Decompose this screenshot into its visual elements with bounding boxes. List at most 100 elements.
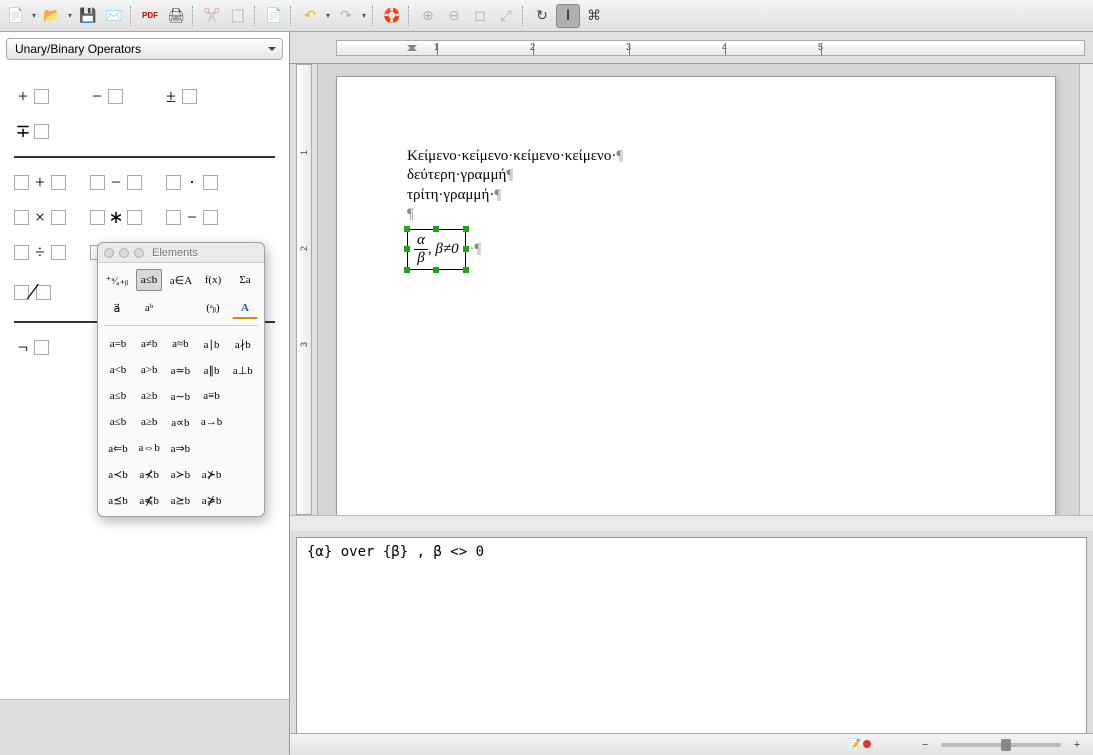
modified-indicator[interactable]: 📝 <box>847 738 871 751</box>
op-fraction[interactable]: / <box>14 277 64 307</box>
zoom-out-button[interactable]: − <box>917 739 933 751</box>
op-subtraction[interactable]: − <box>90 172 142 193</box>
export-pdf-button[interactable]: PDF <box>138 4 162 28</box>
zoom-slider[interactable] <box>941 743 1061 747</box>
relation-a∝b[interactable]: a∝b <box>166 412 194 432</box>
resize-handle[interactable] <box>404 246 410 252</box>
formula-code-editor[interactable]: {α} over {β} , β <> 0 <box>296 537 1087 737</box>
relation-a≠b[interactable]: a≠b <box>135 334 163 354</box>
help-button[interactable]: 🛟 <box>380 4 404 28</box>
relation-a∼b[interactable]: a∼b <box>166 386 194 406</box>
redo-dropdown[interactable]: ▾ <box>360 11 368 20</box>
paste-button[interactable]: 📄 <box>262 4 286 28</box>
relation-a⊀b[interactable]: a⊀b <box>135 464 163 484</box>
relation-a≡b[interactable]: a≡b <box>198 386 226 406</box>
relation-a≻b[interactable]: a≻b <box>166 464 194 484</box>
cat-set[interactable]: a∈A <box>168 269 194 291</box>
relation-a<b[interactable]: a<b <box>104 360 132 380</box>
op-addition[interactable]: + <box>14 172 66 193</box>
relation-a=b[interactable]: a=b <box>104 334 132 354</box>
sidebar-drag-area[interactable] <box>0 699 289 755</box>
formula-cursor-button[interactable]: 𝐈 <box>556 4 580 28</box>
close-icon[interactable] <box>104 248 114 258</box>
zoom-100-button: ◻ <box>468 4 492 28</box>
horizontal-ruler[interactable]: 12345 <box>290 32 1093 64</box>
vruler-label: 1 <box>299 150 309 155</box>
page-viewport[interactable]: Κείμενο·κείμενο·κείμενο·κείμενο·¶ δεύτερ… <box>318 64 1079 515</box>
relation-a→b[interactable]: a→b <box>198 412 226 432</box>
resize-handle[interactable] <box>463 267 469 273</box>
cat-brackets[interactable]: aᵇ <box>136 297 162 319</box>
relation-a⇒b[interactable]: a⇒b <box>166 438 194 458</box>
new-doc-button[interactable]: 📄 <box>4 4 28 28</box>
cat-others[interactable]: A <box>232 297 258 319</box>
op-minus-plus[interactable]: ∓ <box>14 121 64 142</box>
cat-functions[interactable]: f(x) <box>200 269 226 291</box>
relation-a≃b[interactable]: a≃b <box>166 360 194 380</box>
minimize-icon[interactable] <box>119 248 129 258</box>
relation-blank <box>198 438 226 458</box>
resize-handle[interactable] <box>463 226 469 232</box>
cat-unary[interactable]: ⁺ᵃ⁄ₐ₊ᵦ <box>104 269 130 291</box>
print-button[interactable]: 🖨 <box>164 4 188 28</box>
zoom-in-button[interactable]: + <box>1069 739 1085 751</box>
op-boolean-not[interactable]: ¬ <box>14 337 64 358</box>
cat-attributes[interactable]: a⃗ <box>104 297 130 319</box>
relation-a⊥b[interactable]: a⊥b <box>229 360 257 380</box>
relation-a≺b[interactable]: a≺b <box>104 464 132 484</box>
symbols-button[interactable]: ⌘ <box>582 4 606 28</box>
resize-handle[interactable] <box>404 226 410 232</box>
open-button[interactable]: 📂 <box>40 4 64 28</box>
refresh-button[interactable]: ↻ <box>530 4 554 28</box>
open-dropdown[interactable]: ▾ <box>66 11 74 20</box>
resize-handle[interactable] <box>433 226 439 232</box>
cat-formats[interactable]: (ᵃᵦ) <box>200 297 226 319</box>
mail-button[interactable]: ✉️ <box>102 4 126 28</box>
text-line-1: Κείμενο·κείμενο·κείμενο·κείμενο· <box>407 148 616 164</box>
op-plus-sign[interactable]: + <box>14 86 64 107</box>
relation-a∤b[interactable]: a∤b <box>229 334 257 354</box>
vertical-ruler[interactable]: 123 <box>290 64 318 515</box>
elements-titlebar[interactable]: Elements <box>98 243 264 263</box>
relation-a∣b[interactable]: a∣b <box>198 334 226 354</box>
relation-a⪰b[interactable]: a⪰b <box>166 490 194 510</box>
relation-a⋡b[interactable]: a⋡b <box>198 490 226 510</box>
op-dot-product[interactable]: · <box>166 172 218 193</box>
vertical-scrollbar[interactable] <box>1079 64 1093 515</box>
relation-a⊁b[interactable]: a⊁b <box>198 464 226 484</box>
cat-relations[interactable]: a≤b <box>136 269 162 291</box>
save-button[interactable]: 💾 <box>76 4 100 28</box>
relation-a≤b[interactable]: a≤b <box>104 386 132 406</box>
undo-button[interactable]: ↶ <box>298 4 322 28</box>
relation-a>b[interactable]: a>b <box>135 360 163 380</box>
undo-dropdown[interactable]: ▾ <box>324 11 332 20</box>
resize-handle[interactable] <box>433 267 439 273</box>
resize-handle[interactable] <box>404 267 410 273</box>
relation-a∥b[interactable]: a∥b <box>198 360 226 380</box>
op-multiplication[interactable]: × <box>14 207 66 228</box>
op-asterisk[interactable]: ∗ <box>90 207 142 228</box>
relation-a⪯b[interactable]: a⪯b <box>104 490 132 510</box>
relation-a⋠b[interactable]: a⋠b <box>135 490 163 510</box>
formula-object[interactable]: α β , β≠0 <box>407 229 466 270</box>
relation-a≥b[interactable]: a≥b <box>135 412 163 432</box>
cat-operators[interactable]: Σa <box>232 269 258 291</box>
horizontal-scrollbar[interactable] <box>290 515 1093 531</box>
operator-category-combo[interactable]: Unary/Binary Operators <box>6 38 283 60</box>
op-plus-minus[interactable]: ± <box>162 86 212 107</box>
zoom-icon[interactable] <box>134 248 144 258</box>
status-bar: 📝 − + <box>290 733 1093 755</box>
resize-handle[interactable] <box>463 246 469 252</box>
relation-a≥b[interactable]: a≥b <box>135 386 163 406</box>
new-doc-dropdown[interactable]: ▾ <box>30 11 38 20</box>
op-division[interactable]: ÷ <box>14 242 66 263</box>
zoom-out-button: ⊖ <box>442 4 466 28</box>
relation-a≈b[interactable]: a≈b <box>166 334 194 354</box>
op-subtraction-alt[interactable]: − <box>166 207 218 228</box>
relation-a≤b[interactable]: a≤b <box>104 412 132 432</box>
relation-a⇐b[interactable]: a⇐b <box>104 438 132 458</box>
relation-a⇔b[interactable]: a⇔b <box>135 438 163 458</box>
elements-panel[interactable]: Elements ⁺ᵃ⁄ₐ₊ᵦ a≤b a∈A f(x) Σa a⃗ aᵇ (ᵃᵦ) A a=b… <box>97 242 265 517</box>
relation-blank <box>229 490 257 510</box>
op-minus-sign[interactable]: − <box>88 86 138 107</box>
